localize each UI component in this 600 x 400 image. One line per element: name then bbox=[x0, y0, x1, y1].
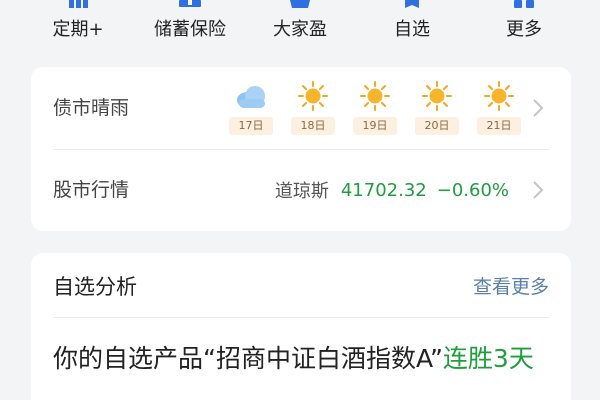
weather-date: 21日 bbox=[477, 117, 521, 135]
weather-date: 20日 bbox=[415, 117, 459, 135]
more-icon bbox=[514, 0, 534, 8]
watchlist-analysis-card: 自选分析 查看更多 你的自选产品“招商中证白酒指数A”连胜3天 bbox=[31, 253, 571, 400]
index-value: 41702.32 bbox=[340, 179, 427, 201]
bond-market-title: 债市晴雨 bbox=[53, 97, 130, 119]
view-more-link[interactable]: 查看更多 bbox=[473, 273, 549, 301]
index-name: 道琼斯 bbox=[274, 181, 329, 202]
nav-item-watchlist[interactable]: 自选 bbox=[352, 0, 472, 52]
index-change: −0.60% bbox=[436, 179, 509, 201]
chevron-right-icon bbox=[533, 181, 544, 199]
market-card: 债市晴雨 17日 18日 19日 20日 21日 股市行情 道琼斯 41702.… bbox=[31, 67, 571, 231]
watchlist-icon bbox=[405, 0, 419, 8]
weather-date: 18日 bbox=[291, 117, 335, 135]
daijiaying-icon bbox=[290, 0, 310, 8]
nav-item-savings-insurance[interactable]: 储蓄保险 bbox=[130, 0, 250, 52]
chevron-right-icon bbox=[533, 99, 544, 117]
analysis-divider bbox=[53, 317, 549, 318]
analysis-text: 你的自选产品“招商中证白酒指数A” bbox=[53, 344, 443, 373]
nav-item-daijiaying[interactable]: 大家盈 bbox=[240, 0, 360, 52]
sunny-icon bbox=[298, 81, 328, 111]
nav-label: 大家盈 bbox=[273, 19, 327, 40]
weather-day: 20日 bbox=[415, 81, 459, 137]
analysis-title: 自选分析 bbox=[53, 275, 137, 299]
sunny-icon bbox=[484, 81, 514, 111]
weather-day: 17日 bbox=[229, 81, 273, 137]
sunny-icon bbox=[360, 81, 390, 111]
nav-item-more[interactable]: 更多 bbox=[464, 0, 584, 52]
weather-date: 19日 bbox=[353, 117, 397, 135]
savings-insurance-icon bbox=[179, 0, 201, 7]
stock-quote: 道琼斯 41702.32 −0.60% bbox=[275, 177, 509, 203]
sunny-icon bbox=[422, 81, 452, 111]
weather-day: 19日 bbox=[353, 81, 397, 137]
stock-market-title: 股市行情 bbox=[53, 179, 130, 201]
stock-market-row[interactable]: 股市行情 道琼斯 41702.32 −0.60% bbox=[31, 149, 571, 231]
weather-day: 18日 bbox=[291, 81, 335, 137]
nav-label: 更多 bbox=[506, 19, 542, 40]
quick-nav: 定期+ 储蓄保险 大家盈 自选 更多 bbox=[0, 0, 600, 52]
weather-forecast: 17日 18日 19日 20日 21日 bbox=[219, 81, 529, 137]
nav-label: 储蓄保险 bbox=[154, 19, 226, 40]
nav-label: 自选 bbox=[394, 19, 430, 40]
nav-label: 定期+ bbox=[52, 19, 104, 40]
term-deposit-icon bbox=[69, 0, 88, 8]
weather-day: 21日 bbox=[477, 81, 521, 137]
nav-item-term-deposit[interactable]: 定期+ bbox=[18, 0, 138, 52]
analysis-highlight: 连胜3天 bbox=[442, 344, 534, 373]
bond-market-row[interactable]: 债市晴雨 17日 18日 19日 20日 21日 bbox=[31, 67, 571, 149]
cloudy-icon bbox=[237, 86, 265, 108]
weather-date: 17日 bbox=[229, 117, 273, 135]
analysis-message[interactable]: 你的自选产品“招商中证白酒指数A”连胜3天 bbox=[53, 341, 549, 377]
